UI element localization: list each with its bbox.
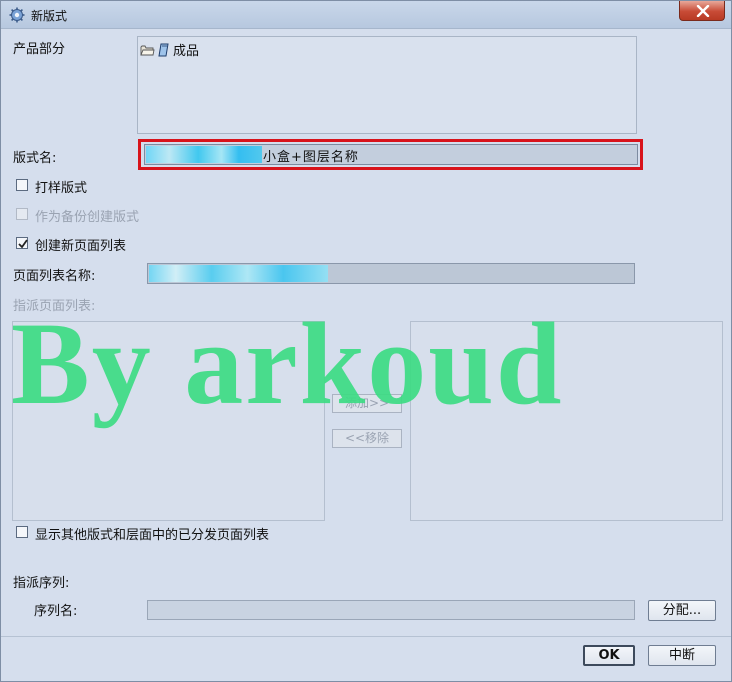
available-page-lists[interactable] xyxy=(12,321,325,521)
product-label: 产品部分 xyxy=(13,42,66,57)
show-other-lists-label: 显示其他版式和层面中的已分发页面列表 xyxy=(35,528,270,543)
folder-icon xyxy=(140,45,155,55)
new-layout-dialog: 新版式 产品部分 成品 版式名: 小盒+图层名称 打样版式 作为备份创建版式 创… xyxy=(0,0,732,682)
product-tree-item[interactable]: 成品 xyxy=(140,40,199,59)
proof-layout-label: 打样版式 xyxy=(35,181,88,196)
create-page-list-checkbox[interactable] xyxy=(16,237,28,249)
assign-button[interactable]: 分配... xyxy=(648,600,716,621)
assigned-page-lists[interactable] xyxy=(410,321,723,521)
sequence-name-label: 序列名: xyxy=(34,604,78,619)
backup-layout-label: 作为备份创建版式 xyxy=(35,210,140,225)
checkmark-icon xyxy=(18,239,28,249)
ok-button[interactable]: OK xyxy=(583,645,635,666)
assign-sequence-label: 指派序列: xyxy=(13,576,70,591)
show-other-lists-checkbox[interactable] xyxy=(16,526,28,538)
assign-page-list-label: 指派页面列表: xyxy=(13,299,96,314)
add-button[interactable]: 添加>> xyxy=(332,394,402,413)
divider xyxy=(1,636,731,637)
proof-layout-checkbox[interactable] xyxy=(16,179,28,191)
layout-name-value: 小盒+图层名称 xyxy=(263,150,359,165)
backup-layout-checkbox[interactable] xyxy=(16,208,28,220)
page-list-name-label: 页面列表名称: xyxy=(13,269,96,284)
obscured-text-image xyxy=(149,265,328,282)
sequence-name-input[interactable] xyxy=(147,600,635,620)
close-button[interactable] xyxy=(679,1,725,21)
product-item-label: 成品 xyxy=(173,44,200,59)
remove-button[interactable]: <<移除 xyxy=(332,429,402,448)
close-icon xyxy=(696,5,710,17)
obscured-text-image xyxy=(146,146,262,163)
layout-name-label: 版式名: xyxy=(13,151,57,166)
window-title: 新版式 xyxy=(31,9,68,23)
gear-icon xyxy=(9,7,25,23)
product-tree[interactable]: 成品 xyxy=(137,36,637,134)
dialog-content: 产品部分 成品 版式名: 小盒+图层名称 打样版式 作为备份创建版式 创建新页面… xyxy=(1,29,731,681)
title-bar: 新版式 xyxy=(1,1,731,29)
create-page-list-label: 创建新页面列表 xyxy=(35,239,127,254)
cancel-button[interactable]: 中断 xyxy=(648,645,716,666)
document-icon xyxy=(158,43,169,56)
